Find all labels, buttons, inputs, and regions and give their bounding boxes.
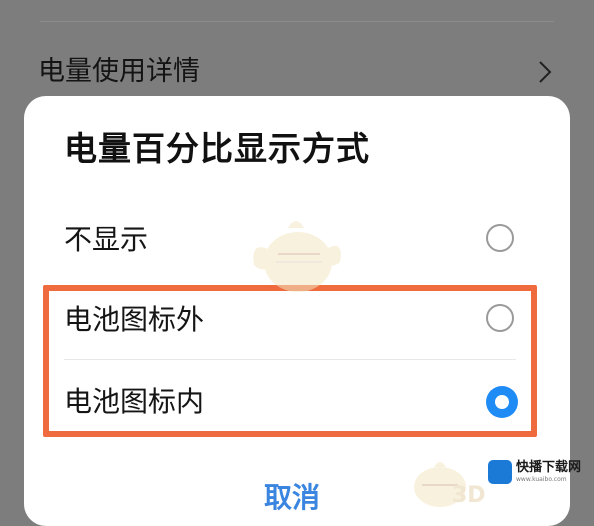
radio-unselected-icon[interactable] <box>486 224 514 252</box>
chick-mascot-icon <box>253 221 341 292</box>
watermark-3d-text: 3D <box>452 483 486 508</box>
background-divider <box>40 21 554 22</box>
site-logo-text: 快播下载网 <box>516 460 582 475</box>
battery-usage-details-label[interactable]: 电量使用详情 <box>38 52 200 92</box>
site-logo: 快播下载网 www.kuaibo.com <box>488 456 588 492</box>
option-label: 不显示 <box>64 223 149 256</box>
site-logo-icon <box>488 460 512 484</box>
dialog-title: 电量百分比显示方式 <box>64 129 370 168</box>
cancel-button[interactable]: 取消 <box>264 478 320 518</box>
chevron-right-icon[interactable] <box>536 58 554 86</box>
highlight-box <box>43 285 537 437</box>
site-logo-subtext: www.kuaibo.com <box>516 476 567 483</box>
